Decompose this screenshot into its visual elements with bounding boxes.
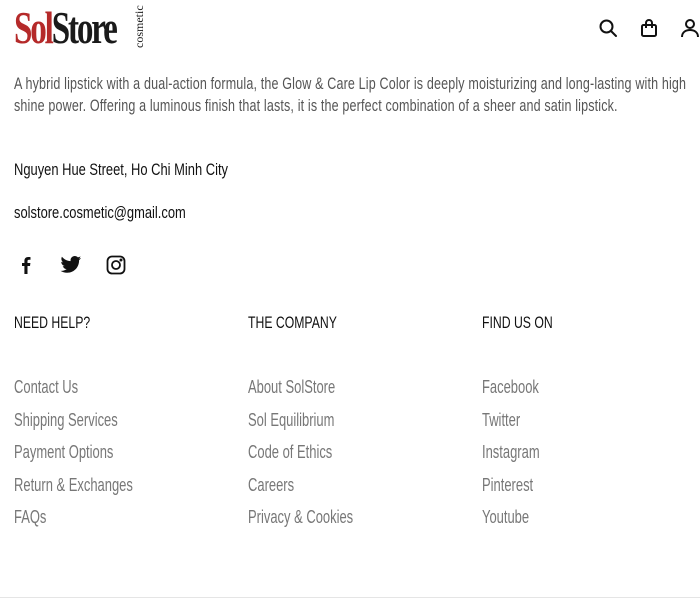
footer-link-contact-us[interactable]: Contact Us — [14, 376, 133, 409]
footer-divider — [0, 597, 700, 598]
footer-link-shipping-services[interactable]: Shipping Services — [14, 409, 133, 442]
social-icons — [16, 255, 126, 275]
column-title: THE COMPANY — [248, 313, 337, 332]
facebook-icon[interactable] — [16, 255, 36, 275]
footer-link-facebook[interactable]: Facebook — [482, 376, 553, 409]
search-icon[interactable] — [598, 18, 618, 38]
footer-link-careers[interactable]: Careers — [248, 474, 353, 507]
footer-link-instagram[interactable]: Instagram — [482, 441, 553, 474]
footer-link-privacy-cookies[interactable]: Privacy & Cookies — [248, 506, 353, 539]
instagram-icon[interactable] — [106, 255, 126, 275]
logo-store: Store — [51, 2, 118, 53]
shopping-bag-icon[interactable] — [639, 18, 659, 38]
footer-link-pinterest[interactable]: Pinterest — [482, 474, 553, 507]
footer-link-equilibrium[interactable]: Sol Equilibrium — [248, 409, 353, 442]
brand-description: A hybrid lipstick with a dual-action for… — [14, 75, 687, 115]
logo-wordmark: SolStore — [14, 5, 118, 51]
column-title: NEED HELP? — [14, 313, 91, 332]
store-address: Nguyen Hue Street, Ho Chi Minh City — [14, 160, 228, 179]
logo-sol: Sol — [14, 2, 54, 53]
footer-link-faqs[interactable]: FAQs — [14, 506, 133, 539]
footer-link-about[interactable]: About SolStore — [248, 376, 353, 409]
footer-link-code-of-ethics[interactable]: Code of Ethics — [248, 441, 353, 474]
footer-link-return-exchanges[interactable]: Return & Exchanges — [14, 474, 133, 507]
footer-link-payment-options[interactable]: Payment Options — [14, 441, 133, 474]
footer-link-youtube[interactable]: Youtube — [482, 506, 553, 539]
brand-logo[interactable]: SolStore cosmetic — [14, 5, 146, 51]
twitter-icon[interactable] — [60, 255, 82, 275]
user-icon[interactable] — [680, 18, 700, 38]
footer-column-help: NEED HELP? Contact Us Shipping Services … — [14, 313, 179, 539]
column-title: FIND US ON — [482, 313, 553, 332]
footer-column-company: THE COMPANY About SolStore Sol Equilibri… — [248, 313, 394, 539]
logo-subtitle: cosmetic — [132, 5, 146, 48]
header-actions — [598, 18, 700, 38]
footer-column-find-us: FIND US ON Facebook Twitter Instagram Pi… — [482, 313, 580, 539]
footer-link-twitter[interactable]: Twitter — [482, 409, 553, 442]
contact-email[interactable]: solstore.cosmetic@gmail.com — [14, 203, 186, 223]
